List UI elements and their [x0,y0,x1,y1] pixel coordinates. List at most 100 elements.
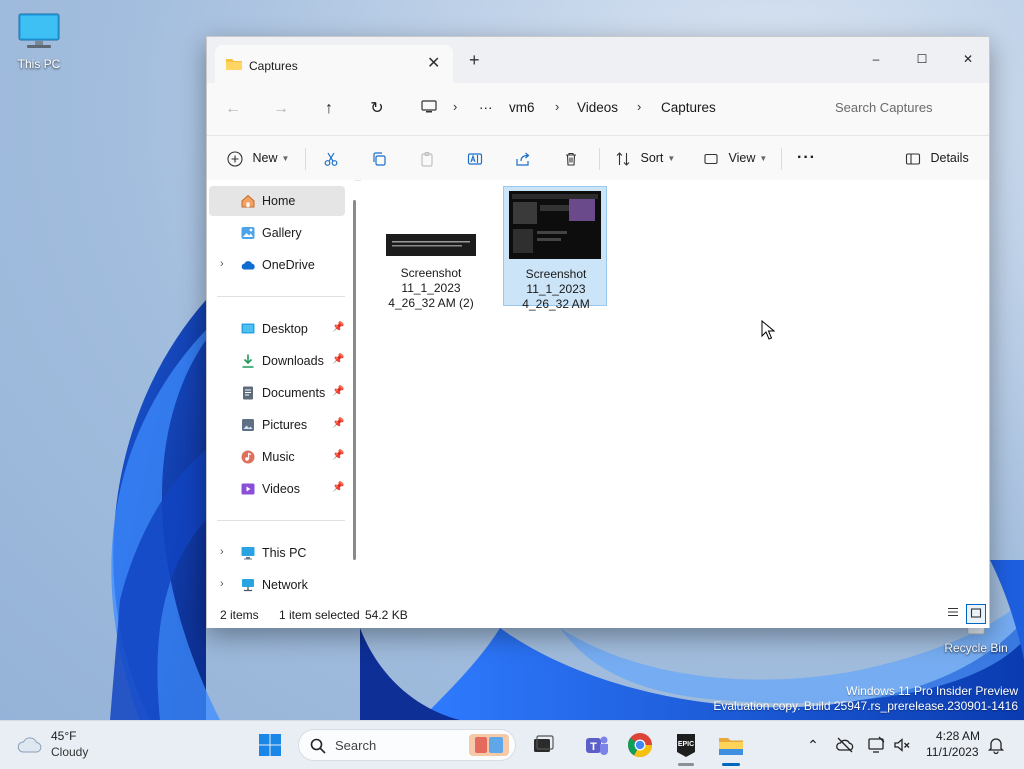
list-view-icon [948,607,958,617]
title-bar[interactable]: Captures ✕ + – ☐ ✕ [207,37,989,83]
cloud-sync-off-icon[interactable] [835,735,855,755]
chevron-right-icon[interactable]: › [220,258,224,270]
downloads-icon [242,354,254,368]
clock-time[interactable]: 4:28 AM [936,729,980,743]
tab-captures[interactable]: Captures ✕ [215,45,453,83]
nav-item-downloads[interactable]: Downloads 📌 [209,346,345,376]
search-input[interactable]: Search Captures [819,91,989,125]
mouse-cursor-icon [761,320,775,340]
view-button[interactable]: View ▼ [703,146,767,170]
details-pane-icon [905,153,921,165]
volume-muted-icon[interactable] [892,735,912,755]
share-button[interactable] [515,146,531,170]
desktop-icon-this-pc[interactable]: This PC [3,12,75,71]
more-options-button[interactable]: ··· [797,146,816,170]
running-indicator [678,763,694,766]
nav-item-gallery[interactable]: Gallery [209,218,345,248]
rename-button[interactable] [467,146,483,170]
breadcrumb[interactable]: › ··· vm6 › Videos › Captures [413,91,809,125]
svg-text:EPIC: EPIC [678,741,694,748]
chevron-up-icon[interactable]: ⌃ [803,735,823,755]
back-arrow-icon[interactable]: ← [221,97,245,121]
start-button[interactable] [254,729,286,761]
weather-temperature: 45°F [51,729,77,743]
new-label: New [252,151,278,165]
pin-icon[interactable]: 📌 [332,482,344,493]
sort-button[interactable]: Sort ▼ [615,146,675,170]
nav-item-label: Network [262,578,308,592]
new-tab-button[interactable]: + [469,51,480,69]
nav-item-videos[interactable]: Videos 📌 [209,474,345,504]
teams-button[interactable]: T [580,729,612,761]
breadcrumb-overflow-icon[interactable]: ··· [479,100,493,115]
nav-item-this-pc[interactable]: › This PC [209,538,345,568]
screenshot-thumbnail [386,234,476,256]
pin-icon[interactable]: 📌 [332,450,344,461]
onedrive-icon [241,261,255,270]
paste-button[interactable] [419,146,435,170]
large-icons-view-button[interactable] [966,604,986,624]
epic-games-button[interactable]: EPIC [670,729,702,761]
taskbar-search-label: Search [335,738,377,753]
details-pane-button[interactable]: Details [905,146,969,170]
pictures-icon [242,419,254,431]
task-view-button[interactable] [527,729,559,761]
nav-item-desktop[interactable]: Desktop 📌 [209,314,345,344]
nav-item-documents[interactable]: Documents 📌 [209,378,345,408]
file-item-selected[interactable]: Screenshot 11_1_2023 4_26_32 AM [503,186,607,311]
cut-button[interactable] [323,146,339,170]
evaluation-watermark: Windows 11 Pro Insider Preview Evaluatio… [713,684,1018,714]
chevron-down-icon: ▼ [667,153,676,163]
pin-icon[interactable]: 📌 [332,418,344,429]
chrome-button[interactable] [624,729,656,761]
chevron-right-icon[interactable]: › [637,99,641,114]
file-item[interactable]: Screenshot 11_1_2023 4_26_32 AM (2) [379,186,483,310]
nav-item-home[interactable]: Home [209,186,345,216]
chevron-right-icon[interactable]: › [220,546,224,558]
taskbar-search-box[interactable]: Search [298,729,516,761]
rename-icon [467,153,483,165]
forward-arrow-icon[interactable]: → [269,97,293,121]
tab-title: Captures [249,59,298,73]
minimize-button[interactable]: – [853,45,899,73]
clock-date[interactable]: 11/1/2023 [926,745,979,759]
file-name-line: Screenshot [400,266,462,280]
desktop-icon-label: This PC [17,57,61,71]
breadcrumb-item-vm6[interactable]: vm6 [509,100,535,115]
up-arrow-icon[interactable]: ↑ [317,97,341,121]
nav-item-onedrive[interactable]: › OneDrive [209,250,345,280]
computer-icon[interactable] [421,100,437,117]
network-tray-icon[interactable] [866,735,886,755]
toolbar-divider [781,148,782,170]
new-button[interactable]: New ▼ [227,146,289,170]
tab-close-icon[interactable]: ✕ [427,56,440,72]
copy-button[interactable] [371,146,387,170]
nav-item-pictures[interactable]: Pictures 📌 [209,410,345,440]
pin-icon[interactable]: 📌 [332,386,344,397]
pin-icon[interactable]: 📌 [332,322,344,333]
copy-icon [373,152,386,166]
notification-bell-icon[interactable] [986,735,1006,755]
status-bar: 2 items 1 item selected 54.2 KB [207,600,989,628]
nav-item-network[interactable]: › Network [209,570,345,600]
chevron-right-icon[interactable]: › [220,578,224,590]
teams-icon: T [586,736,608,755]
file-explorer-button[interactable] [715,729,747,761]
pin-icon[interactable]: 📌 [332,354,344,365]
chevron-right-icon[interactable]: › [555,99,559,114]
nav-pane-scrollbar[interactable] [353,200,356,560]
breadcrumb-item-videos[interactable]: Videos [577,100,618,115]
navigation-pane: Home Gallery › OneDrive Desktop 📌 Downlo… [207,180,356,600]
close-button[interactable]: ✕ [945,45,991,73]
search-highlight-icon [469,734,509,756]
refresh-icon[interactable]: ↻ [365,97,389,121]
breadcrumb-item-captures[interactable]: Captures [661,100,716,115]
maximize-button[interactable]: ☐ [899,45,945,73]
search-icon [310,738,326,754]
nav-item-music[interactable]: Music 📌 [209,442,345,472]
chevron-right-icon[interactable]: › [453,99,457,114]
weather-widget[interactable]: 45°F Cloudy [0,721,120,769]
home-icon [241,194,255,208]
details-view-button[interactable] [943,604,963,624]
delete-button[interactable] [563,146,579,170]
